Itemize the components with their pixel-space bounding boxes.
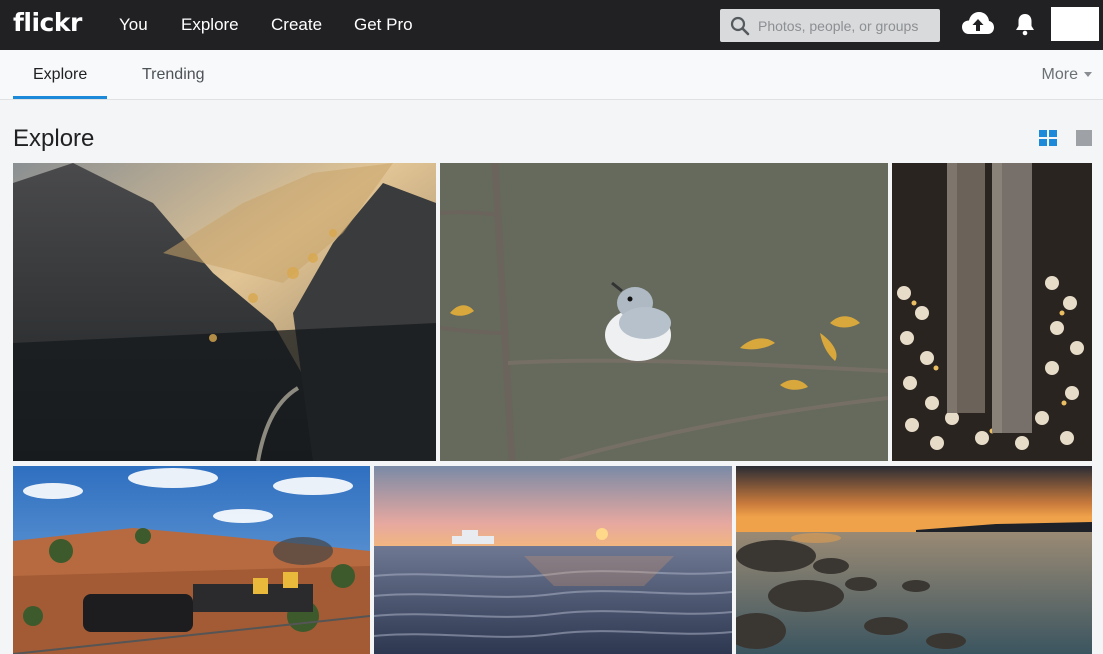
single-view-icon[interactable] — [1076, 130, 1092, 146]
photo-rocky-shore[interactable] — [736, 466, 1092, 654]
sub-navigation: Explore Trending More — [0, 50, 1103, 100]
tab-trending[interactable]: Trending — [142, 50, 205, 100]
nav-get-pro[interactable]: Get Pro — [354, 15, 413, 35]
tab-explore[interactable]: Explore — [33, 50, 87, 100]
more-label: More — [1041, 66, 1078, 83]
flickr-logo[interactable]: flickr — [13, 8, 82, 37]
photo-beach-sunset[interactable] — [374, 466, 732, 654]
top-navigation-bar: flickr You Explore Create Get Pro — [0, 0, 1103, 50]
caret-down-icon — [1084, 72, 1092, 78]
search-box[interactable] — [720, 9, 940, 42]
nav-explore[interactable]: Explore — [181, 15, 239, 35]
photo-mountain-valley[interactable] — [13, 163, 436, 461]
photo-candle-crowd[interactable] — [892, 163, 1092, 461]
grid-view-icon[interactable] — [1039, 130, 1057, 146]
photo-steam-train[interactable] — [13, 466, 370, 654]
nav-create[interactable]: Create — [271, 15, 322, 35]
search-icon[interactable] — [730, 16, 750, 36]
more-menu[interactable]: More — [1042, 66, 1092, 84]
nav-you[interactable]: You — [119, 15, 148, 35]
avatar[interactable] — [1051, 7, 1099, 41]
active-tab-indicator — [13, 96, 107, 99]
bell-icon[interactable] — [1014, 12, 1036, 36]
cloud-upload-icon[interactable] — [961, 10, 995, 38]
photo-bird-on-branch[interactable] — [440, 163, 888, 461]
page-title: Explore — [13, 125, 95, 152]
search-input[interactable] — [758, 9, 936, 42]
